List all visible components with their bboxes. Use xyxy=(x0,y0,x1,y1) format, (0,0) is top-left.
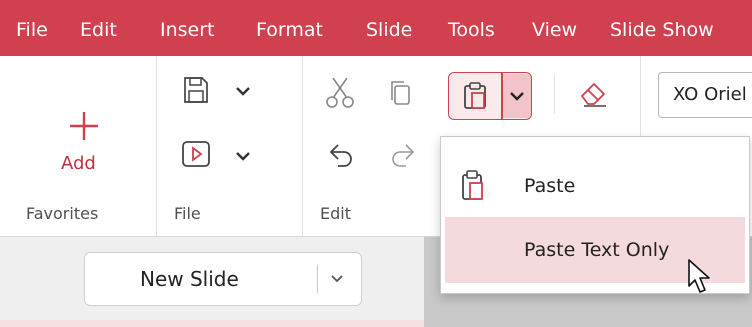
menu-insert[interactable]: Insert xyxy=(160,0,215,56)
menu-item-paste[interactable]: Paste xyxy=(445,153,745,219)
group-label-file: File xyxy=(174,204,201,223)
group-divider xyxy=(156,56,157,236)
menu-format[interactable]: Format xyxy=(256,0,323,56)
group-divider xyxy=(302,56,303,236)
cut-icon[interactable] xyxy=(324,76,356,110)
chevron-down-icon xyxy=(510,92,524,101)
group-label-favorites: Favorites xyxy=(26,204,99,223)
save-icon[interactable] xyxy=(180,74,212,106)
group-label-edit: Edit xyxy=(320,204,351,223)
redo-icon[interactable] xyxy=(388,140,418,170)
menu-slide-show[interactable]: Slide Show xyxy=(610,0,714,56)
chevron-down-icon[interactable] xyxy=(234,84,252,98)
paste-button-divider xyxy=(501,73,503,119)
new-slide-button[interactable]: New Slide xyxy=(84,252,362,306)
plus-icon xyxy=(70,112,98,140)
new-slide-separator xyxy=(317,265,318,293)
add-label: Add xyxy=(61,153,96,174)
slideshow-play-icon[interactable] xyxy=(180,138,212,170)
clipboard-icon xyxy=(462,170,483,200)
font-name-field[interactable]: XO Oriel xyxy=(658,72,752,118)
chevron-down-icon[interactable] xyxy=(329,272,345,286)
clipboard-icon xyxy=(464,82,486,109)
menu-view[interactable]: View xyxy=(532,0,577,56)
menu-edit[interactable]: Edit xyxy=(80,0,117,56)
menu-slide[interactable]: Slide xyxy=(366,0,412,56)
menu-file[interactable]: File xyxy=(16,0,48,56)
toolbar-separator xyxy=(554,74,555,114)
eraser-icon[interactable] xyxy=(578,78,610,108)
undo-icon[interactable] xyxy=(326,140,356,170)
slides-pane: New Slide xyxy=(0,237,424,327)
new-slide-label: New Slide xyxy=(140,267,239,291)
menu-tools[interactable]: Tools xyxy=(448,0,495,56)
slide-thumbnail-strip xyxy=(0,320,424,327)
mouse-cursor-icon xyxy=(688,259,710,293)
paste-dropdown-button[interactable] xyxy=(503,74,531,118)
menu-item-paste-text-only-label: Paste Text Only xyxy=(524,239,670,261)
menu-bar: File Edit Insert Format Slide Tools View… xyxy=(0,0,752,56)
copy-icon[interactable] xyxy=(386,78,416,108)
menu-item-paste-label: Paste xyxy=(524,175,576,197)
chevron-down-icon[interactable] xyxy=(234,149,252,163)
